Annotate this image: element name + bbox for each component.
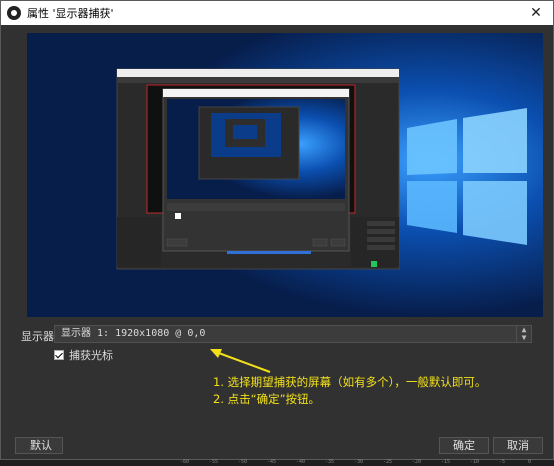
capture-cursor-row[interactable]: 捕获光标 xyxy=(54,347,113,363)
ruler-tick-label: -10 xyxy=(470,459,480,465)
ruler-tick-label: -5 xyxy=(499,459,506,465)
obs-logo-icon xyxy=(7,6,21,20)
close-icon[interactable]: ✕ xyxy=(519,1,553,25)
ruler-tick-label: -45 xyxy=(267,459,277,465)
nested-obs-window xyxy=(116,68,400,270)
capture-cursor-label: 捕获光标 xyxy=(69,349,113,362)
instruction-line-2: 2. 点击“确定”按钮。 xyxy=(213,392,321,406)
ruler-tick-label: -20 xyxy=(412,459,422,465)
audio-meter-ruler: -60 -55 -50 -45 -40 -35 -30 -25 -20 -15 -10 -5 0 xyxy=(0,459,554,466)
default-button[interactable]: 默认 xyxy=(15,437,63,454)
ruler-tick-label: -25 xyxy=(383,459,393,465)
capture-cursor-checkbox[interactable] xyxy=(54,350,64,360)
capture-preview xyxy=(27,33,543,317)
ok-button[interactable]: 确定 xyxy=(439,437,489,454)
ruler-tick-label: -15 xyxy=(441,459,451,465)
preview-graphic xyxy=(27,33,543,317)
ruler-tick-label: -55 xyxy=(209,459,219,465)
ruler-tick-label: 0 xyxy=(528,459,532,465)
ruler-tick-label: -50 xyxy=(238,459,248,465)
title-bar: 属性 '显示器捕获' ✕ xyxy=(1,1,553,25)
cancel-button[interactable]: 取消 xyxy=(493,437,543,454)
ruler-tick-label: -35 xyxy=(325,459,335,465)
annotation-arrow-icon xyxy=(210,349,271,373)
instruction-line-1: 1. 选择期望捕获的屏幕（如有多个），一般默认即可。 xyxy=(213,375,487,389)
ruler-tick-label: -40 xyxy=(296,459,306,465)
properties-dialog: 属性 '显示器捕获' ✕ 显示器 显示器 1: 1920x1080 @ 0,0 … xyxy=(0,0,554,460)
select-updown-icon[interactable]: ▲ ▼ xyxy=(516,326,531,342)
ruler-tick-label: -60 xyxy=(180,459,190,465)
display-label: 显示器 xyxy=(21,330,54,343)
instruction-annotation: 1. 选择期望捕获的屏幕（如有多个），一般默认即可。 2. 点击“确定”按钮。 xyxy=(213,374,486,408)
ruler-tick-label: -30 xyxy=(354,459,364,465)
display-select[interactable]: 显示器 1: 1920x1080 @ 0,0 ▲ ▼ xyxy=(54,325,532,343)
display-row: 显示器 显示器 1: 1920x1080 @ 0,0 ▲ ▼ xyxy=(1,325,554,345)
display-select-value: 显示器 1: 1920x1080 @ 0,0 xyxy=(61,328,206,339)
window-title: 属性 '显示器捕获' xyxy=(27,7,114,20)
